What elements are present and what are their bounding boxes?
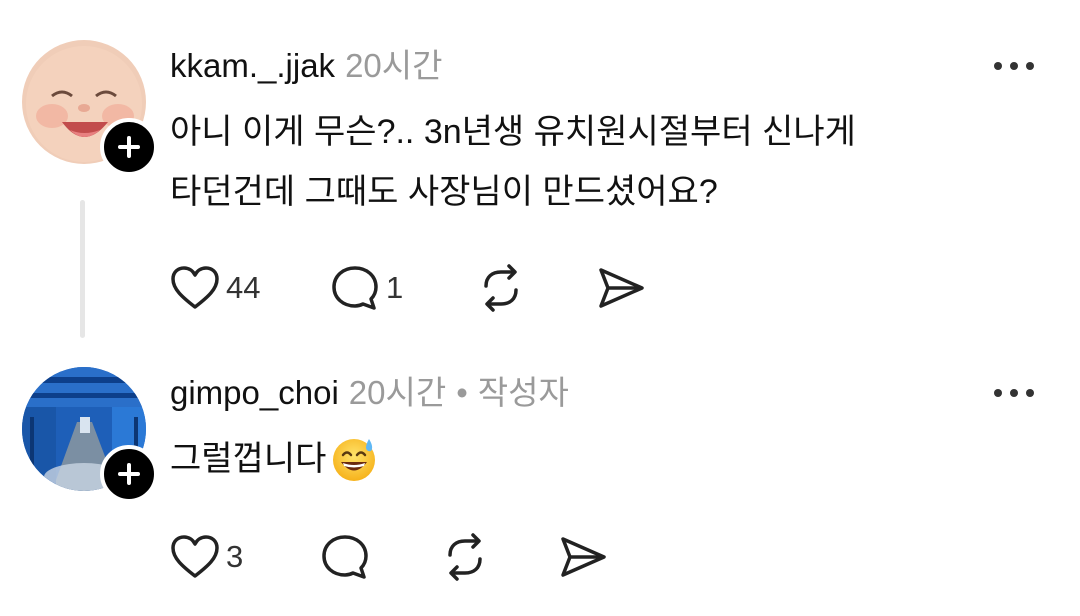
separator-dot: • <box>456 374 468 411</box>
follow-button[interactable] <box>100 118 158 176</box>
more-icon <box>994 389 1002 397</box>
post-header: kkam._.jjak 20시간 <box>170 46 443 86</box>
share-button[interactable] <box>596 265 646 311</box>
send-icon <box>599 268 644 308</box>
reply-post-2: gimpo_choi 20시간 • 작성자 그럴껍니다 3 <box>0 345 1080 616</box>
speech-bubble-icon <box>322 535 368 579</box>
more-options-button[interactable] <box>994 60 1034 72</box>
more-options-button[interactable] <box>994 387 1034 399</box>
post-text: 그럴껍니다 <box>170 429 1030 489</box>
like-count: 44 <box>226 270 261 305</box>
reply-post-1: kkam._.jjak 20시간 아니 이게 무슨?.. 3n년생 유치원시절부터… <box>0 0 1080 345</box>
timestamp: 20시간 <box>348 374 447 411</box>
send-icon <box>561 537 606 577</box>
author-badge: 작성자 <box>477 374 569 411</box>
heart-icon <box>171 535 219 578</box>
post-header: gimpo_choi 20시간 • 작성자 <box>170 373 569 413</box>
reply-button[interactable] <box>320 533 440 581</box>
action-bar: 3 <box>170 533 608 581</box>
follow-button[interactable] <box>100 445 158 503</box>
like-button[interactable]: 3 <box>170 534 320 580</box>
speech-bubble-icon <box>332 266 378 310</box>
username[interactable]: gimpo_choi <box>170 374 339 411</box>
post-text-line-1: 아니 이게 무슨?.. 3n년생 유치원시절부터 신나게 <box>170 113 856 151</box>
sweat-smile-emoji <box>333 439 376 481</box>
more-icon <box>994 62 1002 70</box>
action-bar: 44 1 <box>170 264 646 312</box>
reply-button[interactable]: 1 <box>330 264 476 312</box>
repost-icon <box>484 264 518 312</box>
heart-icon <box>171 266 219 309</box>
timestamp: 20시간 <box>345 47 443 84</box>
username[interactable]: kkam._.jjak <box>170 47 335 84</box>
post-text: 아니 이게 무슨?.. 3n년생 유치원시절부터 신나게 타던건데 그때도 사장… <box>170 102 1030 222</box>
repost-button[interactable] <box>440 533 558 581</box>
post-text-line-2: 타던건데 그때도 사장님이 만드셨어요? <box>170 173 718 211</box>
post-text-line-1: 그럴껍니다 <box>170 440 327 478</box>
like-count: 3 <box>226 539 244 574</box>
like-button[interactable]: 44 <box>170 265 330 311</box>
thread-line <box>80 200 85 338</box>
repost-button[interactable] <box>476 264 596 312</box>
share-button[interactable] <box>558 534 608 580</box>
reply-count: 1 <box>386 270 404 305</box>
repost-icon <box>448 533 482 581</box>
